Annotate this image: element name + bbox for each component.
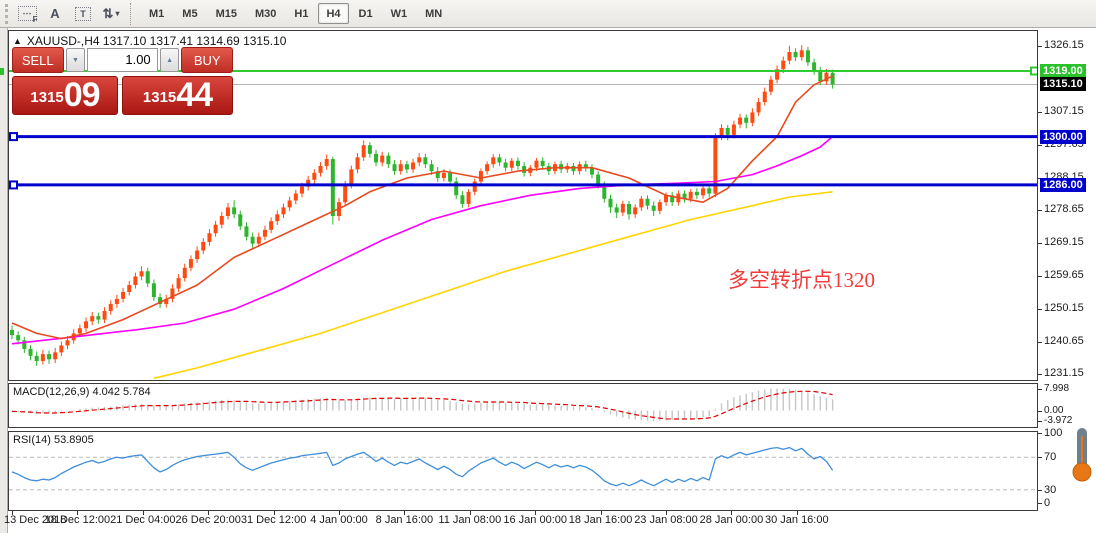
current-price-label: 1315.10 (1040, 77, 1086, 92)
price-tick-label: 1240.65 (1044, 334, 1084, 347)
sell-price-pips: 09 (63, 76, 101, 114)
price-tick-label: 1250.15 (1044, 301, 1084, 314)
price-tick-mark (1038, 144, 1042, 146)
ma-mid-line (11, 135, 834, 345)
price-tick-label: 1269.15 (1044, 236, 1084, 249)
price-tick-mark (1038, 243, 1042, 245)
timeframe-button-m5[interactable]: M5 (174, 3, 205, 24)
macd-tick-label: 7.998 (1044, 382, 1070, 394)
timeframe-button-m30[interactable]: M30 (247, 3, 284, 24)
textbox-t-icon[interactable]: T (71, 3, 95, 25)
rsi-canvas[interactable] (9, 432, 1037, 510)
macd-tick-mark (1038, 410, 1042, 412)
rsi-tick-mark (1038, 433, 1042, 434)
symbol-triangle-icon: ▲ (13, 36, 22, 46)
chart-title-text: XAUUSD-,H4 1317.10 1317.41 1314.69 1315.… (26, 34, 287, 48)
sell-quote-button[interactable]: 1315 09 (12, 76, 118, 115)
level-price-label: 1286.00 (1040, 177, 1086, 192)
buy-button[interactable]: BUY (181, 47, 233, 73)
cursor-arrows-icon[interactable]: ⇅ ▾ (99, 3, 123, 25)
caret-up-icon: ▲ (166, 56, 174, 64)
date-tick-label: 31 Dec 12:00 (240, 514, 307, 526)
price-tick-mark (1038, 111, 1042, 113)
level-price-label: 1300.00 (1040, 129, 1086, 144)
timeframe-button-d1[interactable]: D1 (351, 3, 381, 24)
price-tick-mark (1038, 210, 1042, 212)
buy-quote-button[interactable]: 1315 44 (122, 76, 233, 115)
macd-tick-mark (1038, 388, 1042, 390)
date-tick-label: 16 Jan 00:00 (503, 514, 567, 526)
mt4-chart-window: ⋯ F A T ⇅ ▾ M1 M5 M15 M30 H1 H4 D1 W1 MN ▲ XAUUSD-,H4… (0, 0, 1096, 533)
macd-tick-label: 0.00 (1044, 404, 1064, 416)
rsi-tick-mark (1038, 457, 1042, 459)
macd-label: MACD(12,26,9) 4.042 5.784 (13, 386, 151, 398)
dotted-region-glyph: ⋯ F (17, 6, 38, 24)
text-a-icon[interactable]: A (43, 3, 67, 25)
date-tick-label: 28 Jan 00:00 (699, 514, 764, 526)
volume-input[interactable]: 1.00 (87, 48, 158, 72)
buy-price-pips: 44 (176, 76, 213, 114)
timeframe-buttons: M1 M5 M15 M30 H1 H4 D1 W1 MN (140, 3, 451, 24)
macd-tick-mark (1038, 421, 1042, 423)
date-tick-label: 11 Jan 08:00 (438, 514, 502, 526)
price-tick-label: 1307.15 (1044, 104, 1084, 117)
sell-button[interactable]: SELL (12, 47, 64, 73)
date-tick-label: 30 Jan 16:00 (764, 514, 829, 526)
chart-title: ▲ XAUUSD-,H4 1317.10 1317.41 1314.69 131… (13, 34, 286, 48)
timeframe-button-h1[interactable]: H1 (286, 3, 316, 24)
level-price-label: 1319.00 (1040, 64, 1086, 78)
rsi-tick-label: 30 (1044, 483, 1057, 496)
rsi-tick-label: 100 (1044, 427, 1063, 439)
toolbar-grip[interactable] (5, 3, 10, 24)
date-tick-label: 18 Dec 12:00 (44, 514, 111, 526)
volume-decrease-button[interactable]: ▼ (65, 48, 86, 72)
toolbar-icons: ⋯ F A T ⇅ ▾ (13, 3, 125, 25)
caret-down-icon: ▼ (71, 56, 79, 64)
dropdown-caret-icon: ▾ (115, 9, 120, 18)
rsi-label: RSI(14) 53.8905 (13, 434, 94, 446)
date-tick-label: 23 Jan 08:00 (634, 514, 698, 526)
buy-price-main: 1315 (142, 89, 177, 106)
price-tick-label: 1259.65 (1044, 268, 1084, 281)
timeframe-button-m1[interactable]: M1 (141, 3, 172, 24)
price-tick-label: 1326.15 (1044, 39, 1084, 52)
rsi-tick-label: 70 (1044, 451, 1057, 464)
left-border-strip (0, 28, 8, 533)
macd-tick-label: -3.972 (1044, 415, 1073, 427)
price-tick-mark (1038, 341, 1042, 343)
timeframe-button-w1[interactable]: W1 (383, 3, 416, 24)
sell-price-main: 1315 (30, 89, 64, 106)
price-tick-label: 1278.65 (1044, 203, 1084, 216)
date-tick-label: 4 Jan 00:00 (310, 514, 368, 526)
dotted-region-f-icon[interactable]: ⋯ F (15, 3, 39, 25)
textbox-glyph: T (75, 6, 91, 21)
green-line-left-handle[interactable] (0, 68, 4, 75)
toolbar: ⋯ F A T ⇅ ▾ M1 M5 M15 M30 H1 H4 D1 W1 MN (0, 0, 1096, 28)
timeframe-button-m15[interactable]: M15 (208, 3, 245, 24)
date-tick-label: 21 Dec 04:00 (110, 514, 176, 526)
rsi-tick-mark (1038, 489, 1042, 491)
toolbar-separator (130, 2, 135, 25)
timeframe-button-mn[interactable]: MN (417, 3, 450, 24)
macd-canvas[interactable] (9, 384, 1037, 427)
arrows-glyph: ⇅ (102, 5, 114, 21)
thermometer-icon (1072, 428, 1092, 482)
price-tick-mark (1038, 275, 1042, 277)
price-tick-mark (1038, 374, 1042, 376)
date-tick-label: 18 Jan 16:00 (568, 514, 633, 526)
timeframe-button-h4[interactable]: H4 (318, 3, 349, 24)
price-tick-mark (1038, 46, 1042, 48)
rsi-tick-mark (1038, 503, 1042, 504)
volume-increase-button[interactable]: ▲ (159, 48, 180, 72)
rsi-tick-label: 0 (1044, 497, 1051, 509)
price-tick-label: 1231.15 (1044, 367, 1084, 380)
one-click-trading-panel: SELL ▼ 1.00 ▲ BUY 1315 09 1315 44 (12, 47, 233, 115)
chart-text-annotation[interactable]: 多空转折点1320 (728, 264, 875, 294)
date-tick-label: 8 Jan 16:00 (375, 514, 434, 526)
price-tick-mark (1038, 308, 1042, 310)
date-tick-label: 26 Dec 20:00 (175, 514, 241, 526)
